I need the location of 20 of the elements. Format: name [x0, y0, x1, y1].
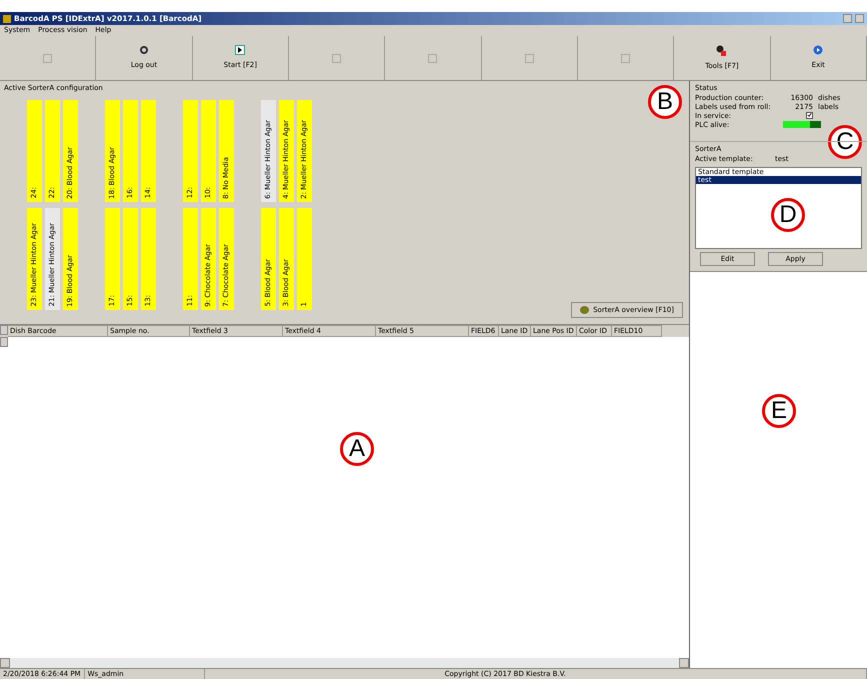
service-checkbox[interactable] — [806, 112, 813, 118]
toolbar-icon — [524, 54, 534, 62]
minimize-button[interactable] — [843, 14, 852, 23]
callout-label: C — [828, 125, 862, 159]
toolbar-icon — [43, 54, 52, 62]
scroll-right-button[interactable] — [679, 658, 689, 668]
callout-label: B — [648, 85, 682, 119]
toolbar-icon — [428, 54, 438, 62]
callout-label: A — [340, 432, 374, 466]
play-icon — [235, 45, 246, 56]
callout-label: E — [762, 394, 796, 428]
tools-icon — [716, 44, 728, 56]
exit-icon — [813, 45, 824, 56]
restore-button[interactable] — [855, 14, 864, 23]
database-icon — [580, 306, 590, 314]
app-icon — [3, 14, 11, 22]
toolbar-icon — [621, 54, 630, 62]
toolbar-icon — [332, 54, 342, 62]
scroll-left-button[interactable] — [0, 658, 10, 668]
callout-label: D — [771, 198, 805, 232]
